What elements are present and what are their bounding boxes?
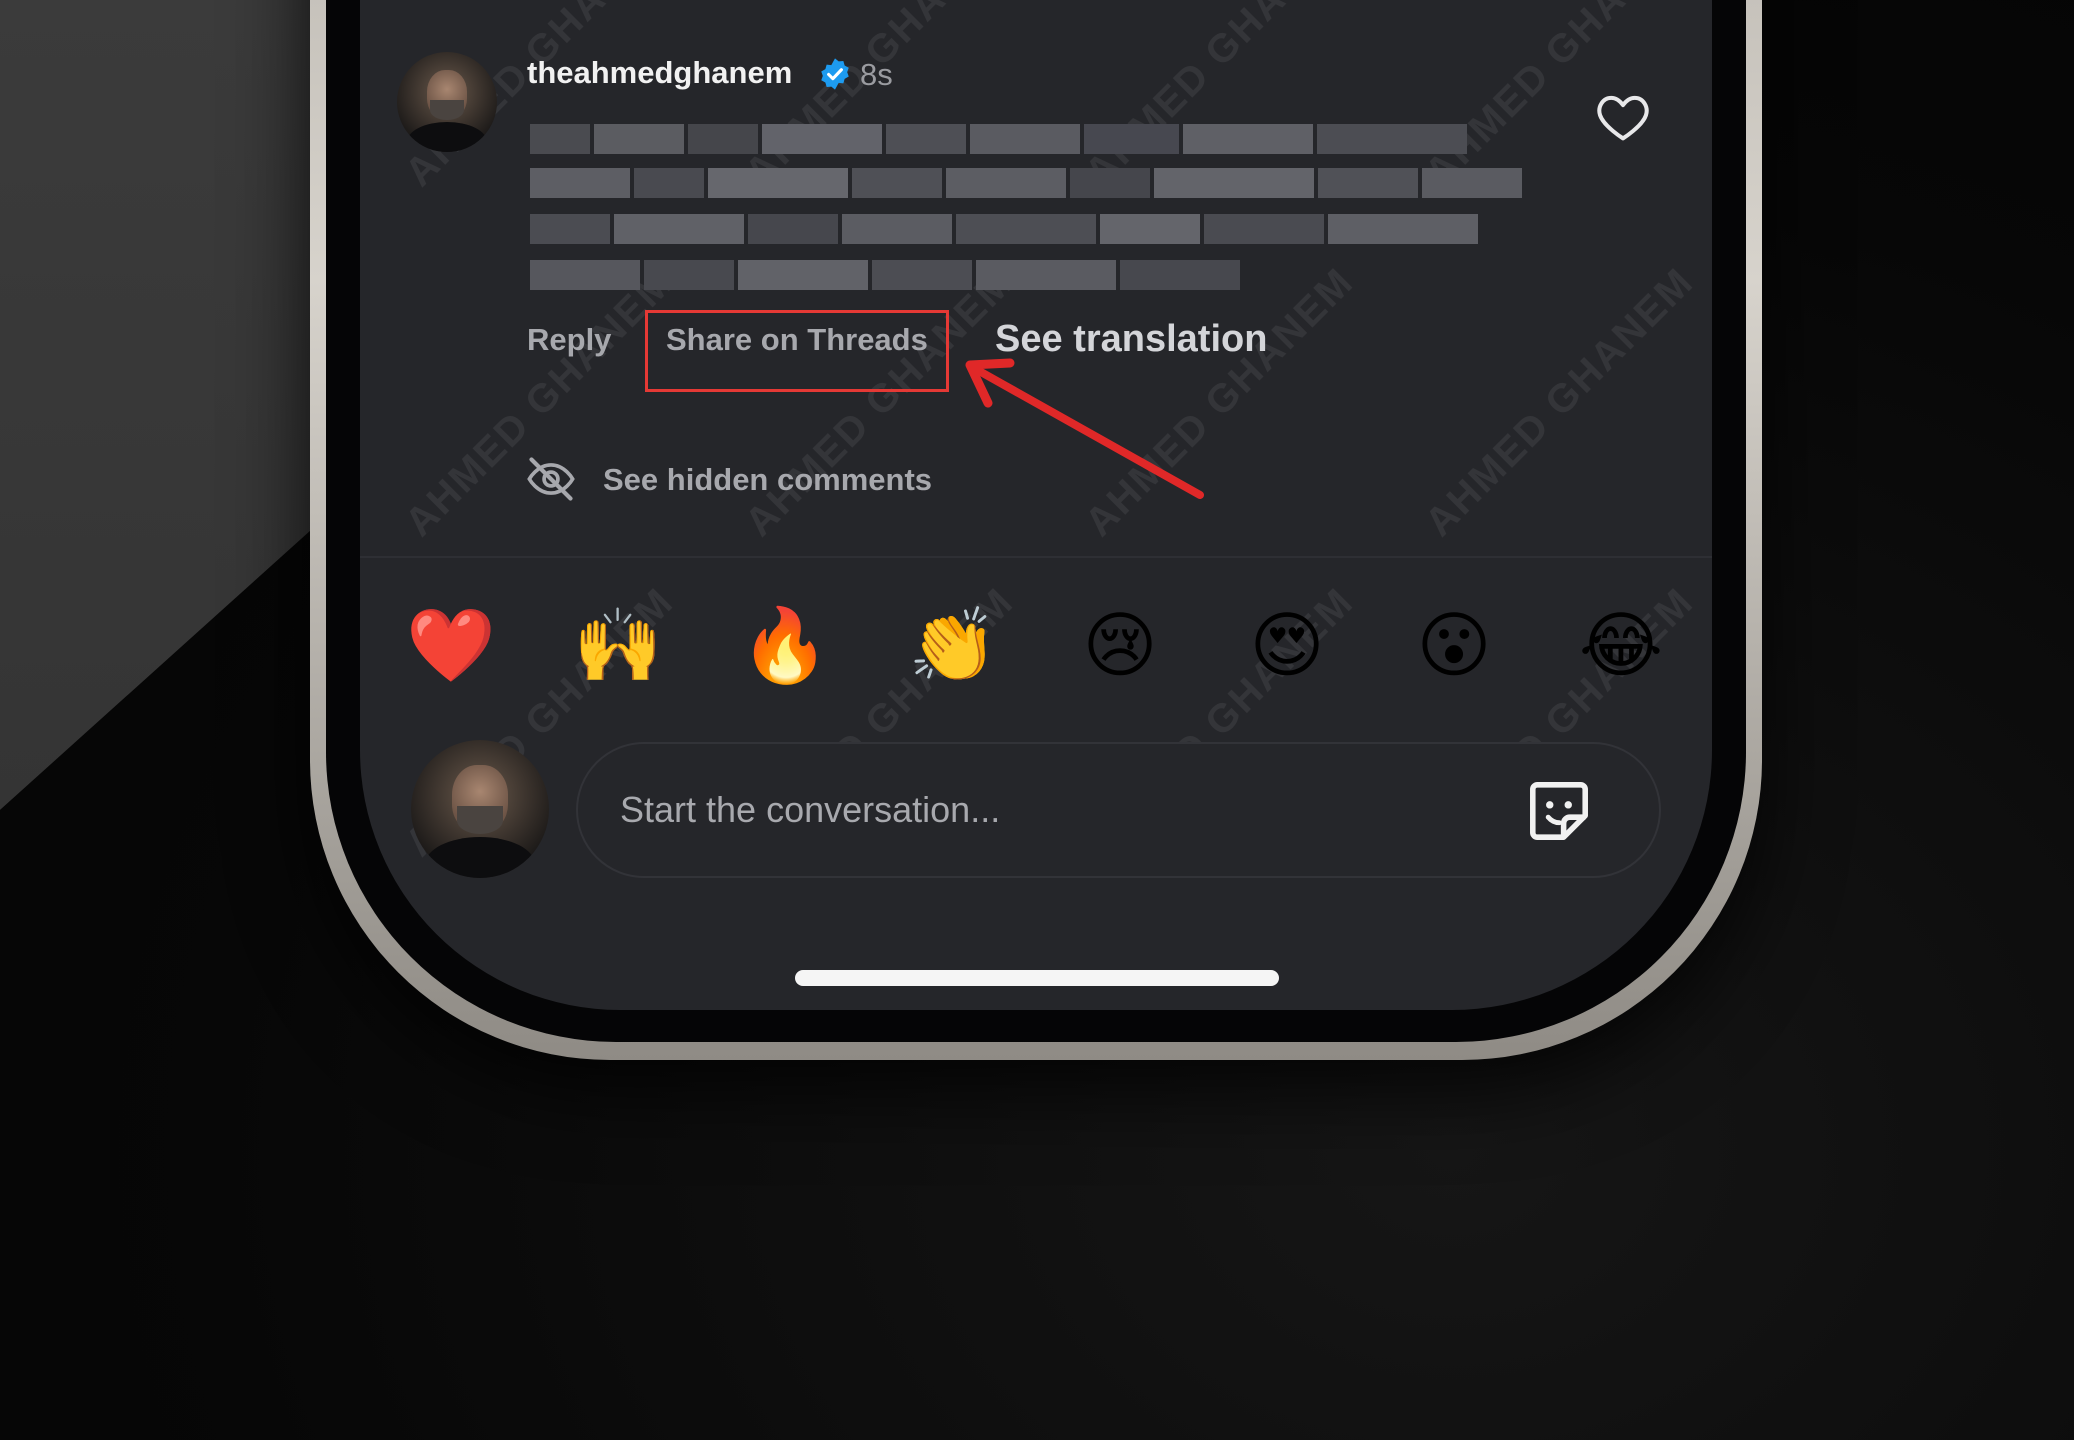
share-on-threads-button[interactable]: Share on Threads [666, 322, 928, 358]
reaction-heart-eyes[interactable]: 😍 [1242, 600, 1332, 690]
comment-input[interactable] [618, 788, 1482, 832]
reaction-heart[interactable]: ❤️ [406, 600, 496, 690]
sticker-icon[interactable] [1522, 774, 1596, 848]
watermark: AHMED GHANEM [1416, 259, 1703, 545]
home-indicator[interactable] [795, 970, 1279, 986]
divider [360, 556, 1712, 558]
pixelated-comment-text [530, 118, 1522, 296]
comment-username[interactable]: theahmedghanem [527, 55, 792, 91]
comment-timestamp: 8s [860, 57, 893, 92]
reaction-surprised[interactable]: 😮 [1409, 600, 1499, 690]
arrow-annotation-icon [965, 358, 1204, 499]
reaction-laughing[interactable]: 😂 [1576, 600, 1666, 690]
reaction-fire[interactable]: 🔥 [740, 600, 830, 690]
reaction-clap[interactable]: 👏 [908, 600, 998, 690]
reaction-raised-hands[interactable]: 🙌 [573, 600, 663, 690]
reply-button[interactable]: Reply [527, 322, 611, 358]
current-user-avatar[interactable] [411, 740, 549, 878]
see-hidden-comments-link[interactable]: See hidden comments [603, 462, 932, 498]
heart-outline-icon[interactable] [1596, 92, 1650, 142]
commenter-avatar[interactable] [397, 52, 497, 152]
reaction-crying[interactable]: 😢 [1075, 600, 1165, 690]
eye-off-icon[interactable] [525, 453, 577, 505]
comment-composer [576, 742, 1661, 878]
verified-badge-icon [821, 58, 849, 90]
